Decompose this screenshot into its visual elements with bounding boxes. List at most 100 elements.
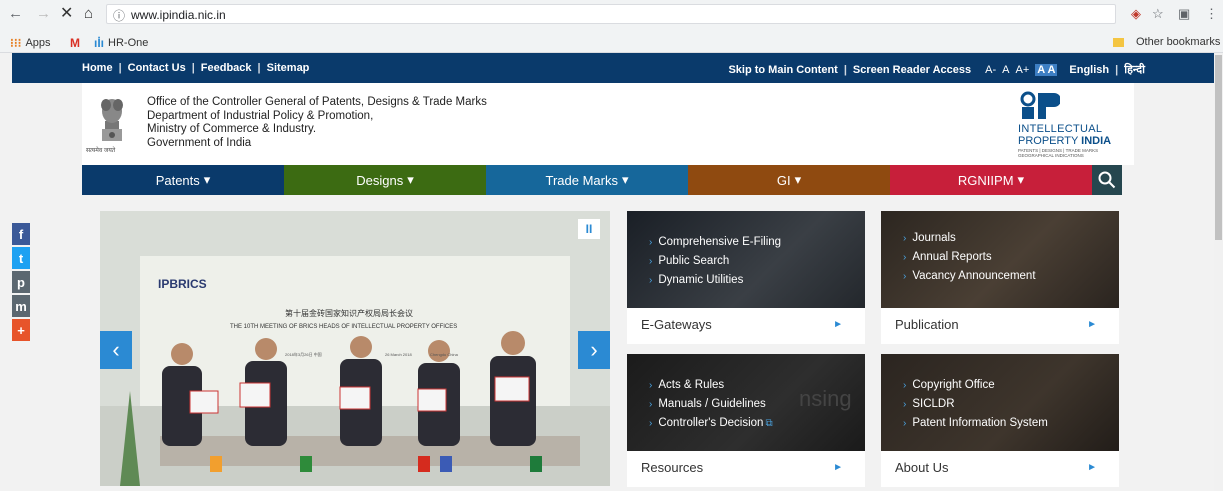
carousel-next-button[interactable]: › <box>578 331 610 369</box>
pause-button[interactable]: II <box>578 219 600 239</box>
publication-links: › Journals › Annual Reports › Vacancy Annou… <box>903 229 1036 286</box>
stop-icon[interactable]: ✕ <box>60 5 73 23</box>
scrollbar-thumb[interactable] <box>1215 55 1222 240</box>
banner-date-en: 26 March 2018 <box>385 352 412 357</box>
site-header: सत्यमेव जयते Office of the Controller Ge… <box>82 83 1134 165</box>
skip-link[interactable]: Skip to Main Content <box>728 64 837 76</box>
text-larger[interactable]: A+ <box>1016 64 1030 76</box>
bookmark-apps[interactable]: ⁝⁝⁝ Apps <box>10 36 51 50</box>
emblem-caption: सत्यमेव जयते <box>86 148 116 154</box>
twitter-icon[interactable]: t <box>12 247 30 269</box>
feedback-link[interactable]: Feedback <box>201 62 252 74</box>
back-icon[interactable]: ← <box>8 5 23 23</box>
tile-title-egateways[interactable]: E-Gateways <box>641 317 712 332</box>
star-icon[interactable]: ☆ <box>1152 6 1164 22</box>
print-icon[interactable]: p <box>12 271 30 293</box>
contrast-toggle[interactable]: A A <box>1035 63 1058 76</box>
address-bar[interactable]: ⓘ www.ipindia.nic.in <box>106 4 1116 24</box>
bookmarks-bar: ⁝⁝⁝ Apps M ıİı HR-One Other bookmarks <box>0 33 1223 52</box>
text-smaller[interactable]: A- <box>985 64 996 76</box>
link-public-search[interactable]: › Public Search <box>649 252 781 271</box>
social-share-bar: f t p m + <box>12 223 30 343</box>
resources-links: › Acts & Rules › Manuals / Guidelines › Con… <box>649 376 773 433</box>
external-link-icon: ⧉ <box>765 418 773 429</box>
search-button[interactable] <box>1092 165 1122 195</box>
email-icon[interactable]: m <box>12 295 30 317</box>
link-dynamic-utilities[interactable]: › Dynamic Utilities <box>649 271 781 290</box>
link-journals[interactable]: › Journals <box>903 229 1036 248</box>
extension-icon[interactable]: ▣ <box>1178 6 1190 22</box>
hr-one-icon: ıİı <box>94 36 105 50</box>
menu-rgniipm[interactable]: RGNIIPM ▾ <box>890 165 1092 195</box>
lang-hindi[interactable]: हिन्दी <box>1124 62 1145 77</box>
browser-chrome: ← → ✕ ⌂ ⓘ www.ipindia.nic.in ◈ ☆ ▣ ⋮ ⁝⁝⁝… <box>0 0 1223 53</box>
play-arrow-icon[interactable]: ► <box>833 319 843 330</box>
link-vacancy[interactable]: › Vacancy Announcement <box>903 267 1036 286</box>
office-title: Office of the Controller General of Pate… <box>147 96 487 149</box>
logo-line2: PROPERTY INDIA <box>1018 135 1112 147</box>
banner-place: Chengdu China <box>430 352 458 357</box>
link-copyright-office[interactable]: › Copyright Office <box>903 376 1048 395</box>
lang-english[interactable]: English <box>1069 64 1109 76</box>
tile-about: › Copyright Office › SICLDR › Patent Inform… <box>881 354 1119 487</box>
share-more-icon[interactable]: + <box>12 319 30 341</box>
link-controllers-decision[interactable]: › Controller's Decision ⧉ <box>649 414 773 433</box>
chevron-down-icon: ▾ <box>203 172 211 187</box>
tile-publication: › Journals › Annual Reports › Vacancy Annou… <box>881 211 1119 344</box>
main-menu: Patents ▾ Designs ▾ Trade Marks ▾ GI ▾ RGNIIPM ▾ <box>82 165 1134 195</box>
chevron-down-icon: ▾ <box>794 172 802 187</box>
link-patent-information-system[interactable]: › Patent Information System <box>903 414 1048 433</box>
ip-india-logo[interactable]: INTELLECTUAL PROPERTY INDIA PATENTS | DE… <box>1014 91 1124 161</box>
play-arrow-icon[interactable]: ► <box>1087 319 1097 330</box>
national-emblem-icon <box>101 99 123 141</box>
tile-resources: nsing › Acts & Rules › Manuals / Guideline… <box>627 354 865 487</box>
info-icon[interactable]: ⓘ <box>113 7 125 24</box>
menu-trade-marks[interactable]: Trade Marks ▾ <box>486 165 688 195</box>
website: Home | Contact Us | Feedback | Sitemap Skip… <box>12 53 1215 491</box>
text-normal[interactable]: A <box>1002 64 1009 76</box>
egateways-links: › Comprehensive E-Filing › Public Search ›… <box>649 233 781 290</box>
apps-icon: ⁝⁝⁝ <box>10 36 22 50</box>
facebook-icon[interactable]: f <box>12 223 30 245</box>
banner-title-cn: 第十届金砖国家知识产权局局长会议 <box>285 309 413 318</box>
translate-icon[interactable]: ◈ <box>1131 6 1141 22</box>
home-link[interactable]: Home <box>82 62 113 74</box>
link-sicldr[interactable]: › SICLDR <box>903 395 1048 414</box>
menu-designs[interactable]: Designs ▾ <box>284 165 486 195</box>
chevron-down-icon: ▾ <box>407 172 414 187</box>
hero-carousel[interactable]: IPBRICS 第十届金砖国家知识产权局局长会议 THE 10TH MEETIN… <box>100 211 610 486</box>
resources-bg-text: nsing <box>799 386 852 411</box>
logo-line3: PATENTS | DESIGNS | TRADE MARKS GEOGRAPH… <box>1018 148 1099 158</box>
banner-date-cn: 2018年3月26日 中国 <box>285 352 322 357</box>
play-arrow-icon[interactable]: ► <box>833 462 843 473</box>
gmail-icon[interactable]: M <box>70 36 80 50</box>
page-scrollbar[interactable] <box>1214 53 1223 491</box>
menu-icon[interactable]: ⋮ <box>1205 6 1218 22</box>
menu-patents[interactable]: Patents ▾ <box>82 165 284 195</box>
tile-title-about[interactable]: About Us <box>895 460 948 475</box>
ip-india-mark-icon <box>1020 91 1060 119</box>
bookmark-hr-one[interactable]: ıİı HR-One <box>94 36 148 50</box>
sitemap-link[interactable]: Sitemap <box>267 62 310 74</box>
screen-reader-link[interactable]: Screen Reader Access <box>853 64 971 76</box>
carousel-slide-photo <box>100 211 610 486</box>
carousel-prev-button[interactable]: ‹ <box>100 331 132 369</box>
search-icon <box>1098 171 1116 189</box>
tile-egateways: › Comprehensive E-Filing › Public Search ›… <box>627 211 865 344</box>
banner-brand: IPBRICS <box>158 277 207 291</box>
link-acts-rules[interactable]: › Acts & Rules <box>649 376 773 395</box>
forward-icon[interactable]: → <box>36 5 51 23</box>
link-comprehensive-efiling[interactable]: › Comprehensive E-Filing <box>649 233 781 252</box>
menu-gi[interactable]: GI ▾ <box>688 165 890 195</box>
tile-title-resources[interactable]: Resources <box>641 460 703 475</box>
logo-line1: INTELLECTUAL <box>1018 123 1103 135</box>
home-icon[interactable]: ⌂ <box>84 5 93 23</box>
contact-link[interactable]: Contact Us <box>128 62 186 74</box>
tile-title-publication[interactable]: Publication <box>895 317 959 332</box>
chevron-down-icon: ▾ <box>1017 172 1025 187</box>
link-manuals[interactable]: › Manuals / Guidelines <box>649 395 773 414</box>
banner-title-en: THE 10TH MEETING OF BRICS HEADS OF INTEL… <box>230 324 458 330</box>
link-annual-reports[interactable]: › Annual Reports <box>903 248 1036 267</box>
bookmark-other[interactable]: Other bookmarks <box>1113 36 1220 48</box>
play-arrow-icon[interactable]: ► <box>1087 462 1097 473</box>
